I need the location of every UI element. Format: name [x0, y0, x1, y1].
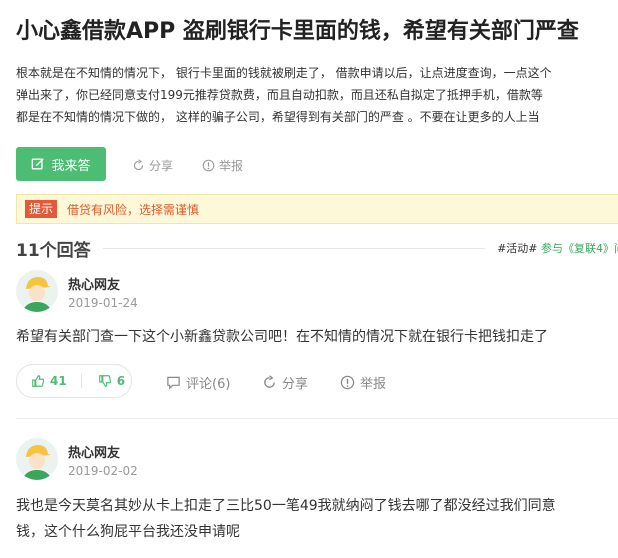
- question-description: 根本就是在不知情的情况下， 银行卡里面的钱就被刷走了， 借款申请以后，让点进度查…: [16, 62, 618, 128]
- vote-separator: [80, 374, 82, 388]
- risk-tip-bar: 提示 借贷有风险，选择需谨慎: [16, 194, 618, 224]
- header-divider: [102, 247, 486, 249]
- report-icon: [202, 159, 215, 172]
- answer-date: 2019-01-24: [68, 296, 138, 310]
- answer-date: 2019-02-02: [68, 464, 138, 478]
- vote-box: 41 6: [16, 364, 132, 398]
- question-report-button[interactable]: 举报: [202, 157, 243, 174]
- question-share-label: 分享: [149, 159, 174, 173]
- answer-share-label: 分享: [282, 377, 309, 392]
- comment-label: 评论(6): [186, 377, 231, 392]
- downvote-button[interactable]: 6: [98, 374, 125, 388]
- activity-link[interactable]: #活动# 参与《复联4》问答: [497, 240, 618, 256]
- upvote-count: 41: [50, 374, 67, 388]
- answer-item: 热心网友 2019-02-02 我也是今天莫名其妙从卡上扣走了三比50一笔49我…: [16, 438, 618, 558]
- answer-button-label: 我来答: [51, 158, 91, 174]
- comment-icon: [167, 376, 180, 390]
- comment-button[interactable]: 评论(6): [166, 373, 230, 392]
- question-share-button[interactable]: 分享: [132, 157, 173, 174]
- question-report-label: 举报: [219, 159, 244, 173]
- answer-text: 希望有关部门查一下这个小新鑫贷款公司吧！在不知情的情况下就在银行卡把钱扣走了: [16, 329, 548, 345]
- share-icon: [264, 375, 275, 388]
- upvote-button[interactable]: 41: [31, 374, 67, 388]
- answer-text: 钱，这个什么狗屁平台我还没申请呢: [16, 524, 240, 540]
- question-description-line: 根本就是在不知情的情况下， 银行卡里面的钱就被刷走了， 借款申请以后，让点进度查…: [16, 66, 552, 80]
- activity-link-text: 参与《复联4》问答: [541, 242, 618, 255]
- report-icon: [340, 375, 355, 390]
- question-description-line: 都是在不知情的情况下做的， 这样的骗子公司，希望得到有关部门的严查 。不要在让更…: [16, 110, 540, 124]
- thumbs-down-icon: [98, 375, 111, 387]
- thumbs-up-icon: [32, 375, 45, 387]
- activity-prefix: #活动#: [497, 242, 538, 255]
- answer-report-label: 举报: [360, 377, 387, 392]
- share-icon: [133, 159, 144, 171]
- tip-badge: 提示: [25, 200, 58, 218]
- edit-icon: [32, 158, 45, 170]
- avatar[interactable]: [16, 270, 58, 312]
- user-avatar-icon: [16, 270, 58, 312]
- answer-text: 我也是今天莫名其妙从卡上扣走了三比50一笔49我就纳闷了钱去哪了都没经过我们同意: [16, 498, 556, 514]
- answer-share-button[interactable]: 分享: [262, 373, 308, 392]
- question-title: 小心鑫借款APP 盗刷银行卡里面的钱，希望有关部门严查: [16, 19, 579, 44]
- answer-item: 热心网友 2019-01-24 希望有关部门查一下这个小新鑫贷款公司吧！在不知情…: [16, 270, 618, 420]
- user-avatar-icon: [16, 438, 58, 480]
- user-name[interactable]: 热心网友: [68, 274, 120, 293]
- answer-count: 11个回答: [16, 240, 91, 261]
- downvote-count: 6: [116, 374, 126, 388]
- avatar[interactable]: [16, 438, 58, 480]
- answers-header: 11个回答 #活动# 参与《复联4》问答: [16, 236, 618, 261]
- answer-divider: [16, 418, 618, 419]
- tip-text: 借贷有风险，选择需谨慎: [67, 202, 200, 217]
- question-description-line: 弹出来了，你已经同意支付199元推荐贷款费，而且自动扣款，而且还私自拟定了抵押手…: [16, 88, 543, 102]
- user-name[interactable]: 热心网友: [68, 442, 120, 461]
- answer-button[interactable]: 我来答: [16, 147, 106, 181]
- question-page: 小心鑫借款APP 盗刷银行卡里面的钱，希望有关部门严查 根本就是在不知情的情况下…: [0, 0, 618, 558]
- answer-report-button[interactable]: 举报: [340, 373, 386, 392]
